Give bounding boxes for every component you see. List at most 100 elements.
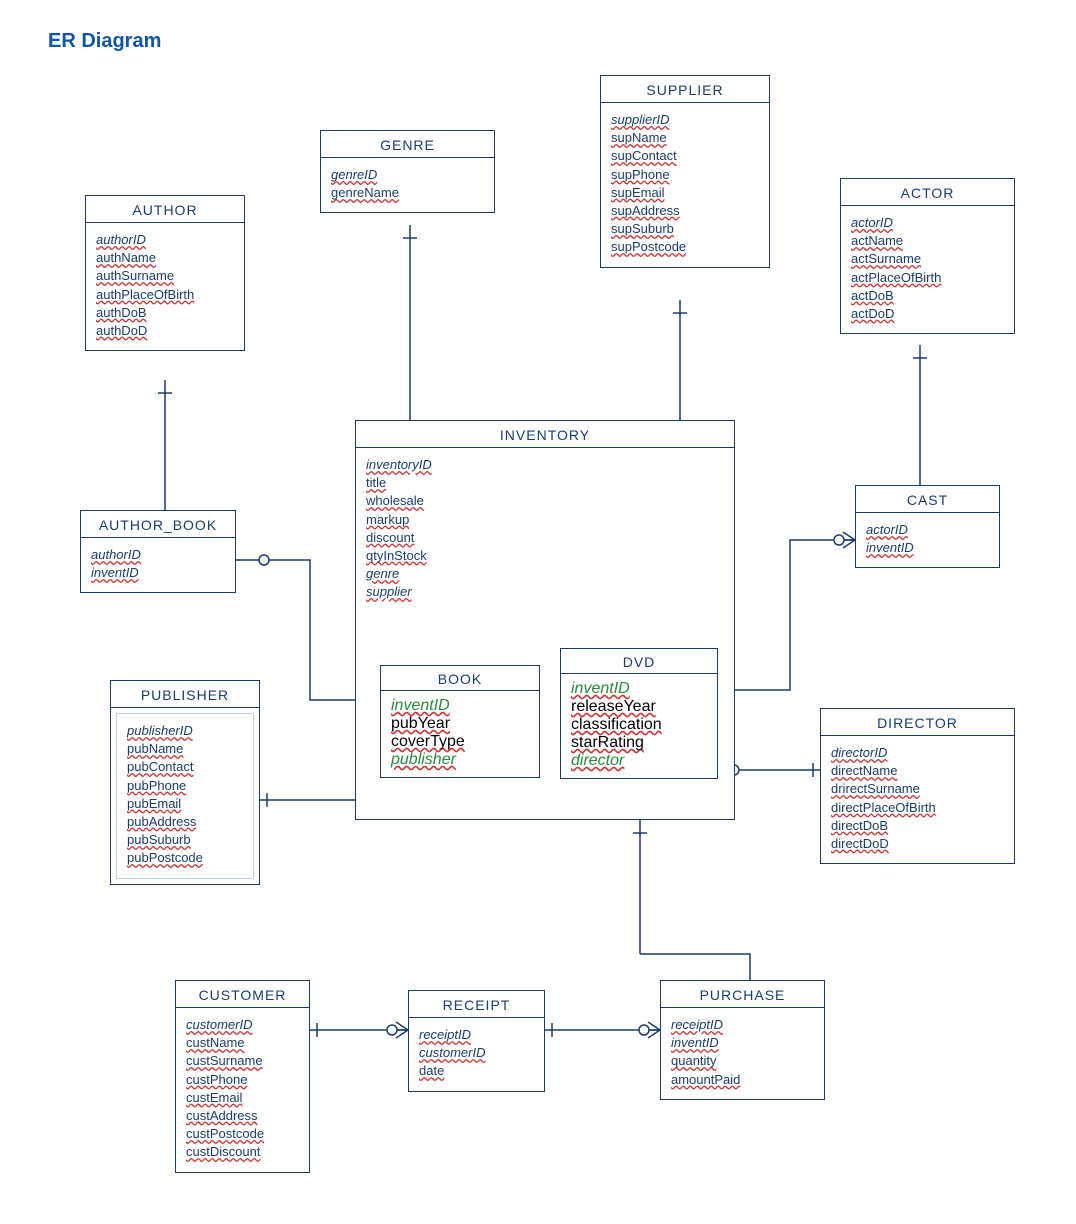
attr: publisher: [391, 751, 529, 769]
attr: authDoB: [96, 304, 234, 322]
entity-genre: GENRE genreID genreName: [320, 130, 495, 213]
entity-book: BOOK inventID pubYear coverType publishe…: [380, 665, 540, 778]
attr: inventID: [571, 680, 707, 698]
attr: starRating: [571, 734, 707, 752]
attr: qtyInStock: [366, 547, 724, 565]
attr: genre: [366, 565, 724, 583]
entity-publisher: PUBLISHER publisherID pubName pubContact…: [110, 680, 260, 885]
attr: supName: [611, 129, 759, 147]
attr: authName: [96, 249, 234, 267]
entity-title: AUTHOR: [86, 196, 244, 223]
entity-attrs: inventoryID title wholesale markup disco…: [356, 448, 734, 612]
entity-title: AUTHOR_BOOK: [81, 511, 235, 538]
attr: quantity: [671, 1052, 814, 1070]
attr: supPostcode: [611, 238, 759, 256]
attr: directName: [831, 762, 1004, 780]
attr: custPostcode: [186, 1125, 299, 1143]
attr: classification: [571, 716, 707, 734]
attr: directDoD: [831, 835, 1004, 853]
attr: supAddress: [611, 202, 759, 220]
attr: pubPhone: [127, 777, 243, 795]
attr: pubPostcode: [127, 849, 243, 867]
entity-supplier: SUPPLIER supplierID supName supContact s…: [600, 75, 770, 268]
attr: custSurname: [186, 1052, 299, 1070]
entity-title: PUBLISHER: [111, 681, 259, 708]
attr: actName: [851, 232, 1004, 250]
entity-receipt: RECEIPT receiptID customerID date: [408, 990, 545, 1092]
attr: directDoB: [831, 817, 1004, 835]
entity-author: AUTHOR authorID authName authSurname aut…: [85, 195, 245, 351]
entity-dvd: DVD inventID releaseYear classification …: [560, 648, 718, 779]
entity-attrs: actorID actName actSurname actPlaceOfBir…: [841, 206, 1014, 333]
attr: markup: [366, 511, 724, 529]
entity-author-book: AUTHOR_BOOK authorID inventID: [80, 510, 236, 593]
attr: drirectSurname: [831, 780, 1004, 798]
attr: authPlaceOfBirth: [96, 286, 234, 304]
attr: inventID: [866, 539, 989, 557]
attr: genreID: [331, 166, 484, 184]
attr: authorID: [91, 546, 225, 564]
attr: custAddress: [186, 1107, 299, 1125]
attr: pubAddress: [127, 813, 243, 831]
entity-attrs: authorID authName authSurname authPlaceO…: [86, 223, 244, 350]
attr: date: [419, 1062, 534, 1080]
attr: actorID: [866, 521, 989, 539]
entity-attrs: genreID genreName: [321, 158, 494, 212]
er-diagram-canvas: ER Diagram: [0, 0, 1076, 1224]
attr: receiptID: [419, 1026, 534, 1044]
attr: genreName: [331, 184, 484, 202]
attr: discount: [366, 529, 724, 547]
attr: custPhone: [186, 1071, 299, 1089]
entity-attrs: receiptID inventID quantity amountPaid: [661, 1008, 824, 1099]
entity-title: SUPPLIER: [601, 76, 769, 103]
attr: inventoryID: [366, 456, 724, 474]
attr: authDoD: [96, 322, 234, 340]
attr: actorID: [851, 214, 1004, 232]
attr: authorID: [96, 231, 234, 249]
entity-title: CUSTOMER: [176, 981, 309, 1008]
entity-title: BOOK: [381, 666, 539, 691]
attr: inventID: [391, 697, 529, 715]
attr: pubSuburb: [127, 831, 243, 849]
attr: receiptID: [671, 1016, 814, 1034]
attr: publisherID: [127, 722, 243, 740]
attr: supContact: [611, 147, 759, 165]
entity-director: DIRECTOR directorID directName drirectSu…: [820, 708, 1015, 864]
entity-title: DVD: [561, 649, 717, 674]
attr: pubContact: [127, 758, 243, 776]
attr: amountPaid: [671, 1071, 814, 1089]
attr: authSurname: [96, 267, 234, 285]
entity-attrs: authorID inventID: [81, 538, 235, 592]
attr: pubYear: [391, 715, 529, 733]
attr: inventID: [91, 564, 225, 582]
attr: director: [571, 752, 707, 770]
attr: directPlaceOfBirth: [831, 799, 1004, 817]
entity-title: RECEIPT: [409, 991, 544, 1018]
attr: directorID: [831, 744, 1004, 762]
entity-attrs: directorID directName drirectSurname dir…: [821, 736, 1014, 863]
entity-attrs: inventID pubYear coverType publisher: [381, 691, 539, 777]
entity-purchase: PURCHASE receiptID inventID quantity amo…: [660, 980, 825, 1100]
entity-attrs: supplierID supName supContact supPhone s…: [601, 103, 769, 267]
attr: supplier: [366, 583, 724, 601]
attr: pubEmail: [127, 795, 243, 813]
attr: actDoB: [851, 287, 1004, 305]
entity-attrs: publisherID pubName pubContact pubPhone …: [116, 713, 254, 879]
attr: supSuburb: [611, 220, 759, 238]
entity-attrs: customerID custName custSurname custPhon…: [176, 1008, 309, 1172]
attr: coverType: [391, 733, 529, 751]
entity-attrs: receiptID customerID date: [409, 1018, 544, 1091]
attr: supEmail: [611, 184, 759, 202]
attr: releaseYear: [571, 698, 707, 716]
page-title: ER Diagram: [48, 30, 161, 53]
attr: supplierID: [611, 111, 759, 129]
entity-actor: ACTOR actorID actName actSurname actPlac…: [840, 178, 1015, 334]
attr: customerID: [419, 1044, 534, 1062]
attr: actSurname: [851, 250, 1004, 268]
attr: wholesale: [366, 492, 724, 510]
attr: inventID: [671, 1034, 814, 1052]
entity-attrs: actorID inventID: [856, 513, 999, 567]
attr: customerID: [186, 1016, 299, 1034]
attr: custDiscount: [186, 1143, 299, 1161]
attr: actPlaceOfBirth: [851, 269, 1004, 287]
